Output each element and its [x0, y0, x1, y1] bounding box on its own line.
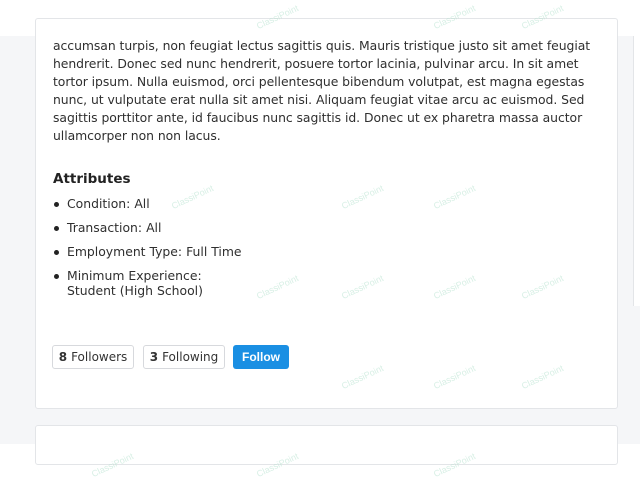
attribute-value: All [146, 220, 162, 235]
attributes-list: Condition: All Transaction: All Employment… [53, 196, 242, 298]
attribute-minimum-experience: Minimum Experience: Student (High School… [53, 268, 242, 298]
attribute-value: Student (High School) [67, 283, 203, 298]
listing-description: accumsan turpis, non feugiat lectus sagi… [53, 38, 591, 143]
bullet-icon [54, 226, 59, 231]
attribute-value: Full Time [186, 244, 242, 259]
followers-label: Followers [71, 350, 128, 364]
follow-button[interactable]: Follow [233, 345, 289, 369]
sidebar-edge [633, 36, 640, 306]
following-label: Following [162, 350, 219, 364]
attribute-employment-type: Employment Type: Full Time [53, 244, 242, 259]
followers-count: 8 [58, 350, 68, 364]
bullet-icon [54, 250, 59, 255]
attribute-label: Transaction: [67, 220, 143, 235]
attribute-label: Employment Type: [67, 244, 183, 259]
followers-button[interactable]: 8 Followers [52, 345, 134, 369]
next-section-card [35, 425, 618, 465]
following-button[interactable]: 3 Following [143, 345, 225, 369]
attributes-heading: Attributes [53, 171, 131, 187]
viewport: accumsan turpis, non feugiat lectus sagi… [0, 0, 640, 480]
attribute-transaction: Transaction: All [53, 220, 242, 235]
bullet-icon [54, 274, 59, 279]
bullet-icon [54, 202, 59, 207]
attribute-label: Condition: [67, 196, 131, 211]
attribute-value: All [134, 196, 150, 211]
attribute-label: Minimum Experience: [67, 268, 202, 283]
attribute-condition: Condition: All [53, 196, 242, 211]
following-count: 3 [149, 350, 159, 364]
